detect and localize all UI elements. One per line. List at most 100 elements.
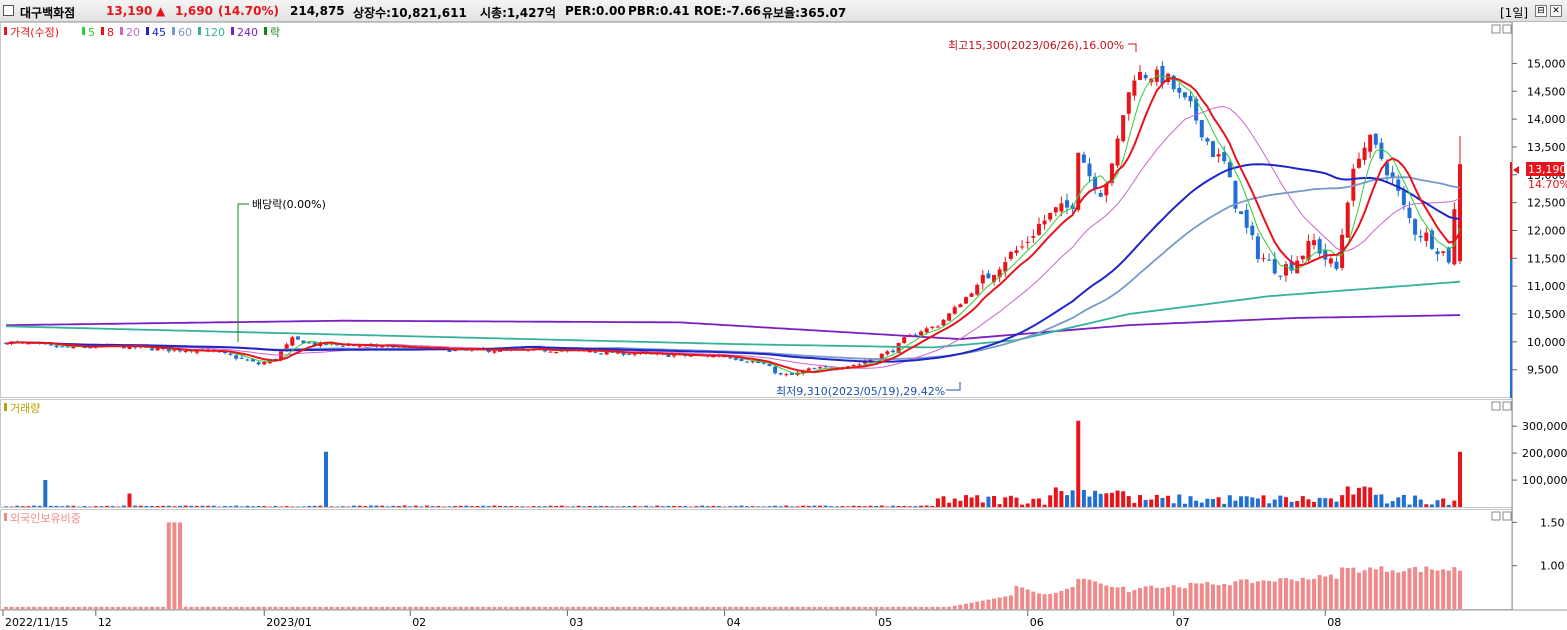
volume-bar bbox=[1132, 502, 1137, 507]
volume-bar bbox=[1076, 420, 1081, 507]
volume-bar bbox=[514, 506, 519, 507]
volume-bar bbox=[711, 505, 716, 507]
volume-bar bbox=[1177, 494, 1182, 507]
volume-bar bbox=[683, 505, 688, 507]
foreign-ratio-bar bbox=[992, 598, 997, 609]
volume-bar bbox=[1143, 499, 1148, 507]
foreign-y-tick-label: 1.00 bbox=[1540, 560, 1565, 573]
volume-bar bbox=[879, 505, 884, 507]
current-price: 13,190 bbox=[106, 4, 153, 18]
volume-bar bbox=[660, 506, 665, 507]
foreign-ratio-bar bbox=[666, 606, 671, 609]
volume-bar bbox=[716, 506, 721, 507]
foreign-ratio-bar bbox=[262, 606, 267, 609]
foreign-ratio-bar bbox=[251, 606, 256, 609]
volume-bar bbox=[806, 505, 811, 507]
foreign-ratio-bar bbox=[323, 606, 328, 609]
foreign-ratio-bar bbox=[82, 606, 87, 609]
volume-bar bbox=[1385, 503, 1390, 507]
volume-bar bbox=[1345, 486, 1350, 507]
foreign-panel-title: 외국인보유비중 bbox=[10, 512, 81, 525]
roe-value: ROE:-7.66 bbox=[694, 4, 762, 18]
change-value: 1,690 bbox=[175, 4, 213, 18]
foreign-ratio-bar bbox=[649, 606, 654, 609]
candle-body bbox=[1126, 92, 1131, 114]
volume-bar bbox=[430, 506, 435, 507]
volume-bar bbox=[587, 505, 592, 507]
volume-bar bbox=[1390, 501, 1395, 507]
foreign-ratio-bar bbox=[773, 606, 778, 609]
candle-body bbox=[1272, 259, 1277, 274]
foreign-ratio-bar bbox=[1278, 578, 1283, 609]
foreign-ratio-bar bbox=[621, 606, 626, 609]
foreign-ratio-bar bbox=[1059, 591, 1064, 609]
restore-button[interactable]: ⊟ bbox=[1535, 5, 1547, 17]
volume-bar bbox=[1446, 504, 1451, 507]
foreign-ratio-bar bbox=[1295, 581, 1300, 609]
legend-label: 20 bbox=[126, 26, 140, 39]
foreign-ratio-bar bbox=[60, 606, 65, 609]
stock-chart: 가격(수정) 5 8 20 45 60 120 240 락 15,000 14,500 14,000… bbox=[0, 22, 1567, 629]
volume-bar bbox=[492, 505, 497, 507]
foreign-ratio-bar bbox=[9, 606, 14, 609]
foreign-ratio-bar bbox=[599, 606, 604, 609]
candle-body bbox=[1042, 220, 1047, 225]
volume-bar bbox=[1289, 501, 1294, 507]
pbr-value: PBR:0.41 bbox=[628, 4, 690, 18]
volume-bar bbox=[1334, 501, 1339, 507]
volume-bar bbox=[700, 505, 705, 507]
foreign-ratio-bar bbox=[1418, 571, 1423, 609]
candle-body bbox=[1379, 142, 1384, 159]
foreign-ratio-bar bbox=[363, 606, 368, 609]
foreign-ratio-bar bbox=[1160, 588, 1165, 609]
volume-title-marker bbox=[4, 403, 7, 411]
volume-bar bbox=[840, 506, 845, 507]
volume-bar bbox=[357, 505, 362, 507]
volume-bar bbox=[649, 506, 654, 507]
volume-bar bbox=[1036, 498, 1041, 507]
dividend-annotation: 배당락(0.00%) bbox=[252, 198, 326, 211]
price-y-tick-label: 11,500 bbox=[1527, 252, 1566, 265]
volume-bar bbox=[166, 505, 171, 507]
foreign-ratio-bar bbox=[1053, 592, 1058, 609]
foreign-ratio-bar bbox=[1065, 588, 1070, 609]
candle-body bbox=[1396, 179, 1401, 191]
volume-bar bbox=[48, 505, 53, 507]
candle-body bbox=[919, 331, 924, 336]
candle-body bbox=[307, 342, 312, 344]
volume-bar bbox=[896, 505, 901, 507]
foreign-ratio-bar bbox=[879, 606, 884, 609]
candle-body bbox=[245, 359, 250, 361]
volume-bar bbox=[20, 506, 25, 507]
close-button[interactable]: ✕ bbox=[1550, 5, 1562, 17]
volume-bar bbox=[1306, 499, 1311, 507]
foreign-ratio-bar bbox=[127, 606, 132, 609]
candle-body bbox=[1267, 259, 1272, 261]
candle-body bbox=[739, 358, 744, 361]
foreign-ratio-bar bbox=[1390, 570, 1395, 609]
x-tick-label: 2023/01 bbox=[266, 616, 312, 629]
volume-bar bbox=[571, 506, 576, 507]
select-checkbox[interactable] bbox=[3, 5, 14, 16]
volume-bar bbox=[194, 505, 199, 507]
period-selector[interactable]: [1일] bbox=[1500, 4, 1528, 21]
price-y-axis: 15,00014,50014,00013,50013,00012,50012,0… bbox=[1510, 57, 1566, 398]
volume-bar bbox=[155, 506, 160, 507]
candle-body bbox=[632, 353, 637, 355]
candle-body bbox=[975, 284, 980, 295]
retention-ratio: 유보율:365.07 bbox=[762, 6, 847, 20]
candle-body bbox=[851, 365, 856, 367]
foreign-ratio-bar bbox=[862, 606, 867, 609]
foreign-ratio-bar bbox=[425, 606, 430, 609]
foreign-ratio-bar bbox=[1008, 595, 1013, 609]
candle-body bbox=[1210, 141, 1215, 158]
volume-bar bbox=[728, 506, 733, 507]
candle-body bbox=[1458, 164, 1462, 262]
foreign-ratio-bar bbox=[374, 606, 379, 609]
foreign-ratio-bar bbox=[913, 606, 918, 609]
volume-bar bbox=[4, 506, 8, 507]
legend-label: 8 bbox=[107, 26, 114, 39]
volume-bar bbox=[677, 506, 682, 507]
candle-body bbox=[1008, 252, 1013, 259]
foreign-ratio-bar bbox=[312, 606, 317, 609]
